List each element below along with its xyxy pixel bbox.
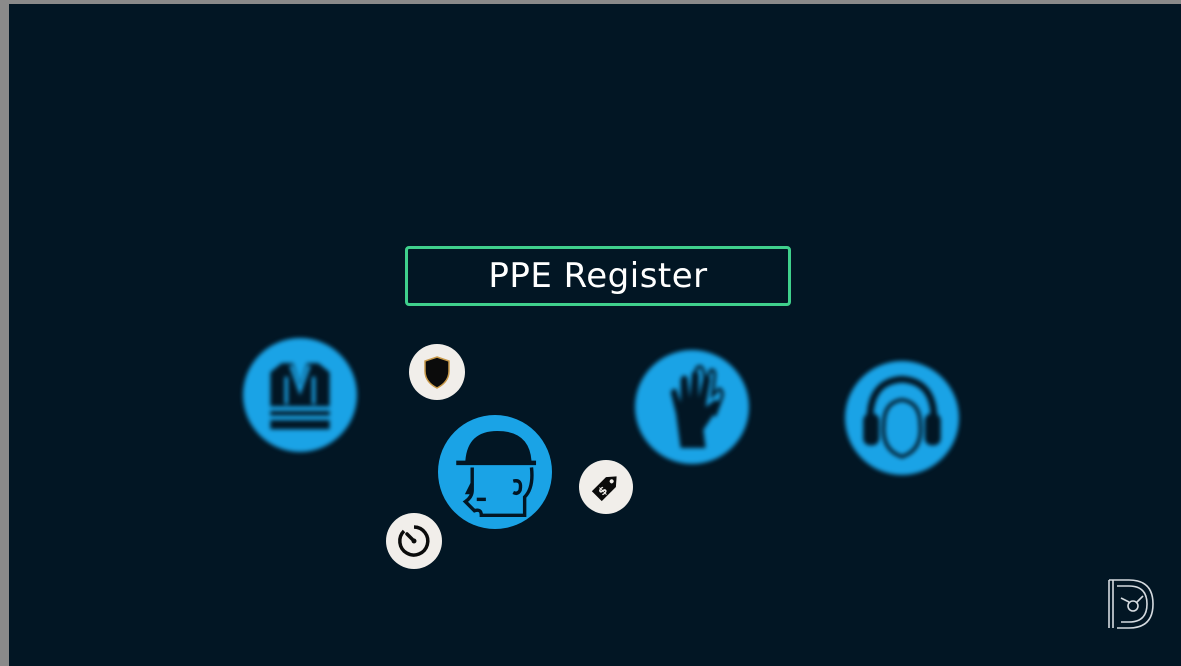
- hi-vis-vest-icon: [243, 338, 357, 452]
- page-title: PPE Register: [488, 256, 708, 296]
- hard-hat-head-icon: [438, 415, 552, 529]
- safety-gloves-icon: [635, 350, 749, 464]
- title-box: PPE Register: [405, 246, 791, 306]
- shield-icon: [409, 344, 465, 400]
- price-tag-icon: $: [579, 460, 633, 514]
- ear-protection-icon: [845, 361, 959, 475]
- video-frame: PPE Register $: [9, 4, 1181, 666]
- timer-icon: [386, 513, 442, 569]
- brand-logo-icon: [1105, 576, 1157, 632]
